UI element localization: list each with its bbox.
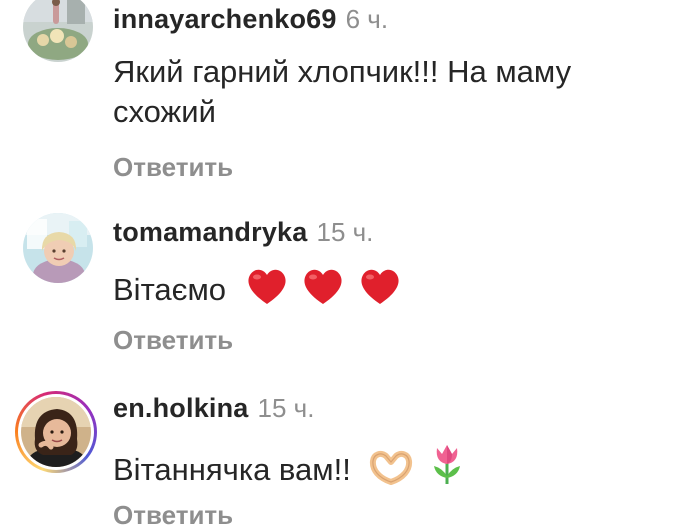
- comment-body: Вітаннячка вам!!: [113, 442, 673, 490]
- reply-button[interactable]: Ответить: [113, 325, 233, 356]
- comment-timestamp: 15 ч.: [257, 393, 315, 423]
- red-heart-icon: [301, 266, 345, 306]
- reply-button[interactable]: Ответить: [113, 152, 233, 183]
- story-ring[interactable]: [15, 391, 97, 473]
- avatar[interactable]: [23, 0, 93, 62]
- avatar[interactable]: [23, 213, 93, 283]
- comment-timestamp: 6 ч.: [345, 4, 389, 34]
- comment-text: Вітаємо: [113, 272, 227, 307]
- avatar[interactable]: [21, 397, 91, 467]
- comment-body: Вітаємо: [113, 266, 673, 310]
- comment-timestamp: 15 ч.: [316, 217, 374, 247]
- username-link[interactable]: en.holkina: [113, 393, 249, 424]
- comments-list: innayarchenko69 6 ч. Який гарний хлопчик…: [0, 0, 700, 530]
- heart-hands-icon: [369, 448, 413, 486]
- comment-text: Вітаннячка вам!!: [113, 452, 351, 487]
- reply-button[interactable]: Ответить: [113, 500, 233, 531]
- username-link[interactable]: innayarchenko69: [113, 4, 337, 35]
- comment-text: Який гарний хлопчик!!! На маму схожий: [113, 54, 572, 129]
- comment-header: tomamandryka 15 ч.: [113, 217, 373, 248]
- comment-header: innayarchenko69 6 ч.: [113, 4, 388, 35]
- comment-header: en.holkina 15 ч.: [113, 393, 314, 424]
- tulip-icon: [430, 442, 464, 486]
- username-link[interactable]: tomamandryka: [113, 217, 307, 248]
- red-heart-icon: [358, 266, 402, 306]
- red-heart-icon: [245, 266, 289, 306]
